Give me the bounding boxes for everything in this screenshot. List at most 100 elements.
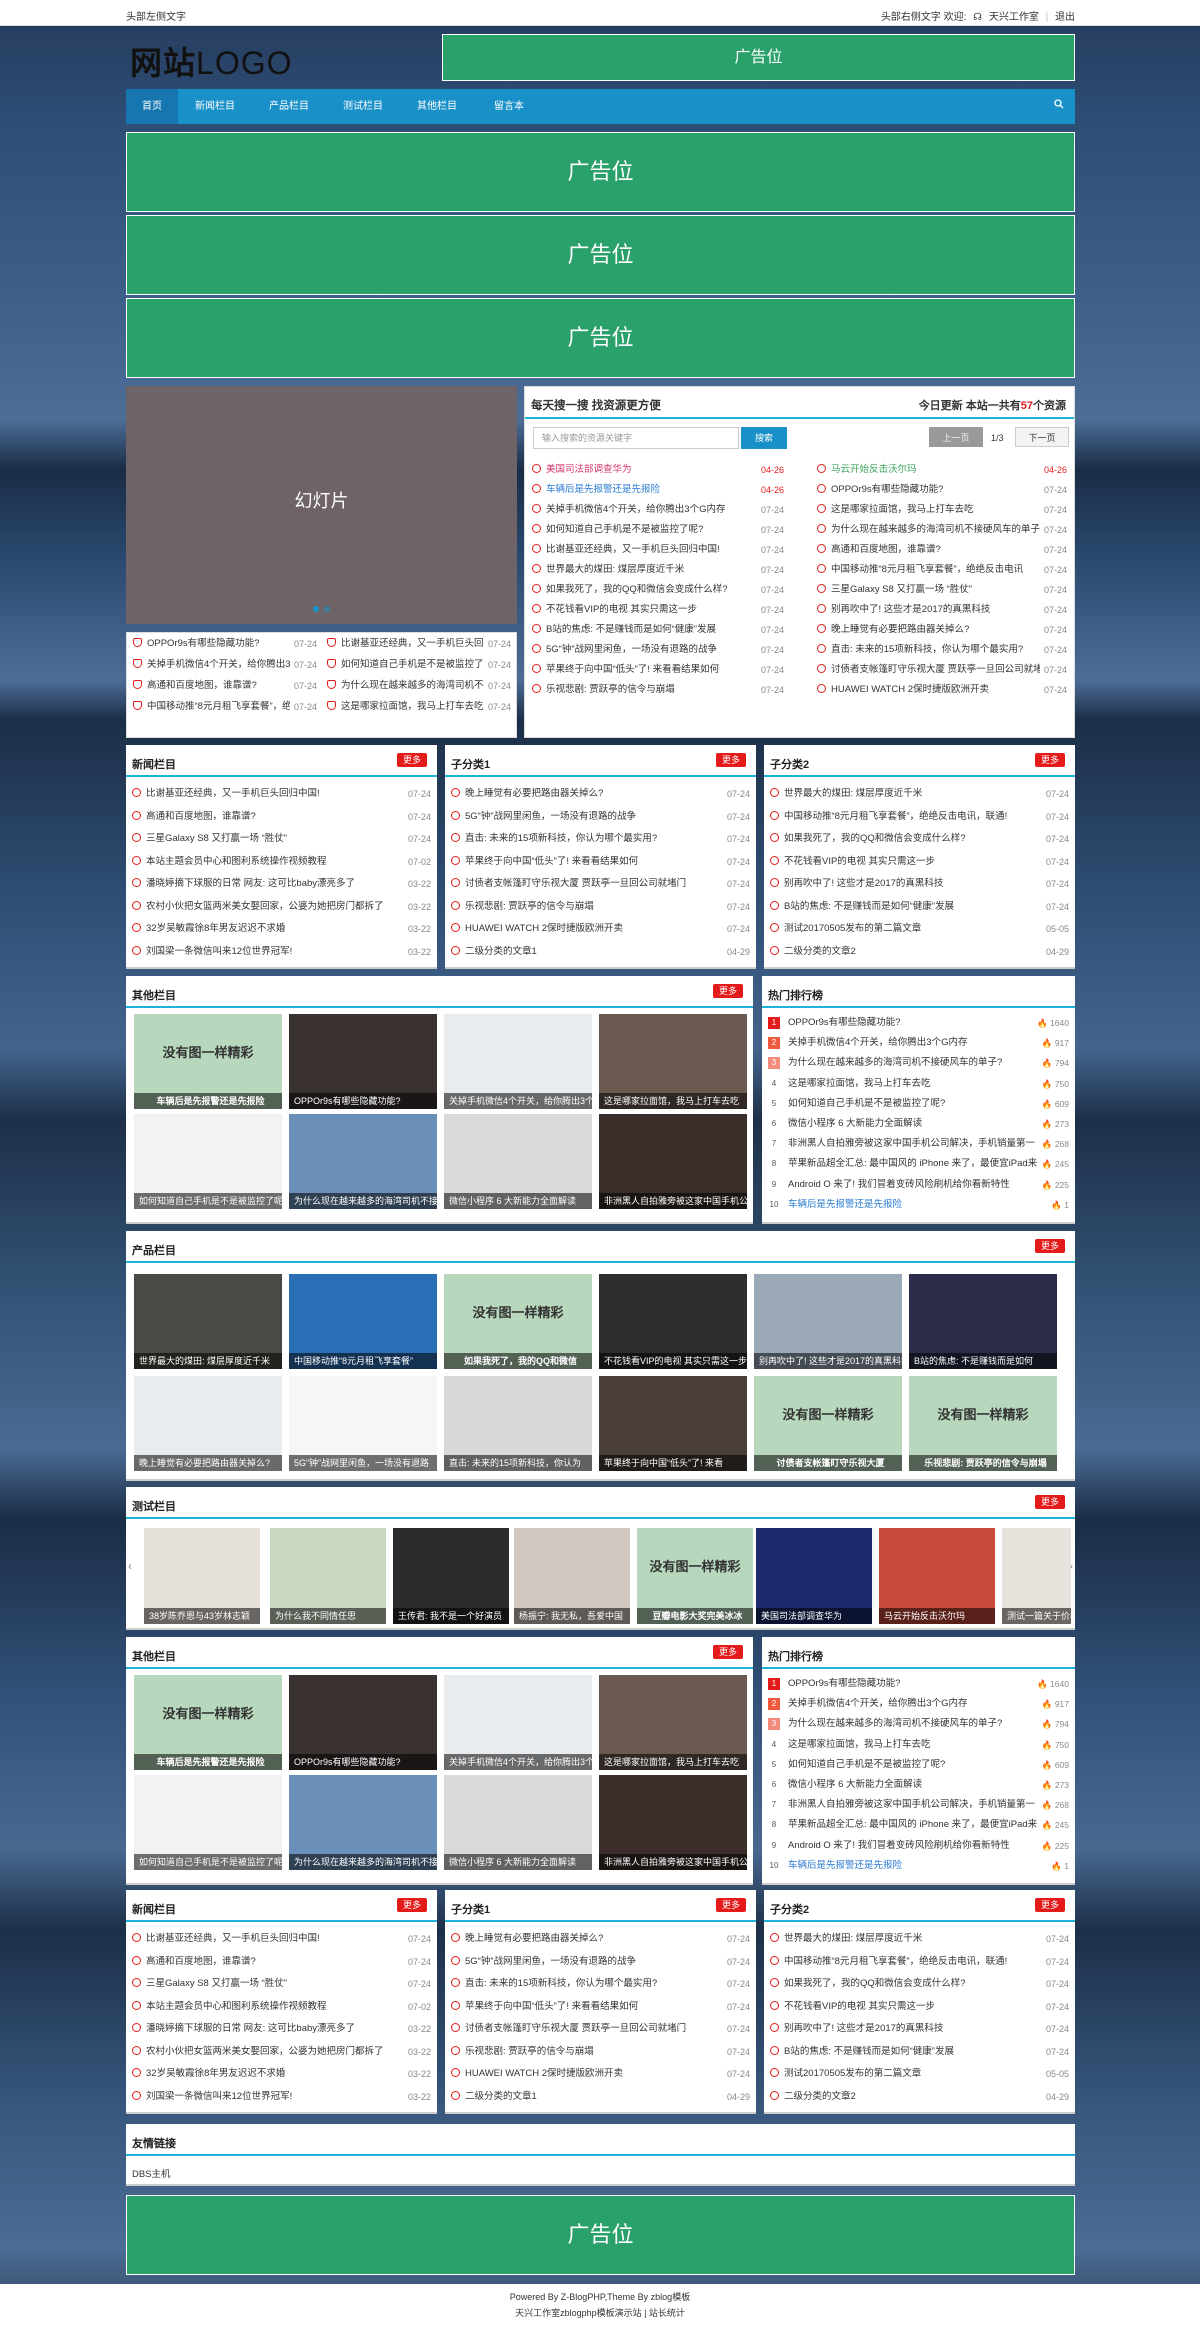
news-item[interactable]: 二级分类的文章2 04-29 xyxy=(770,940,1069,963)
hot-item[interactable]: 6 微信小程序 6 大新能力全面解读 🔥 273 xyxy=(768,1776,1069,1794)
news-item[interactable]: 直击: 未来的15项新科技，你认为哪个最实用? 07-24 xyxy=(451,1973,750,1995)
header-ad[interactable]: 广告位 xyxy=(442,34,1075,81)
friend-link[interactable]: DBS主机 xyxy=(132,2166,171,2180)
resource-item[interactable]: B站的焦虑: 不是赚钱而是如何“健康”发展 07-24 xyxy=(532,619,784,641)
news-item[interactable]: 测试20170505发布的第二篇文章 05-05 xyxy=(770,918,1069,940)
hot-item[interactable]: 10 车辆后是先报警还是先报险 🔥 1 xyxy=(768,1195,1069,1214)
resource-item[interactable]: 世界最大的煤田: 煤层厚度近千米 07-24 xyxy=(532,559,784,581)
slider-dot-2[interactable] xyxy=(324,606,330,612)
news-item[interactable]: 讨债者支帐篷盯守乐视大厦 贾跃亭一旦回公司就堵门 07-24 xyxy=(451,873,750,895)
resource-item[interactable]: 如何知道自己手机是不是被监控了呢? 07-24 xyxy=(532,519,784,541)
sub2-more-button[interactable]: 更多 xyxy=(1035,1898,1065,1912)
article-thumb[interactable]: 这是哪家拉面馆，我马上打车去吃 xyxy=(599,1014,747,1109)
resource-item[interactable]: 马云开始反击沃尔玛 04-26 xyxy=(817,459,1067,481)
article-thumb[interactable]: 微信小程序 6 大新能力全面解读 xyxy=(444,1114,592,1209)
other-more-button[interactable]: 更多 xyxy=(713,984,743,998)
news-item[interactable]: 农村小伙把女篮两米美女娶回家，公婆为她把房门都拆了 03-22 xyxy=(132,895,431,918)
article-thumb[interactable]: OPPOr9s有哪些隐藏功能? xyxy=(289,1014,437,1109)
slider[interactable]: 幻灯片 xyxy=(126,386,517,624)
article-thumb[interactable]: 微信小程序 6 大新能力全面解读 xyxy=(444,1775,592,1870)
news-item[interactable]: 5G“钟”战网里闲鱼，一场没有退路的战争 07-24 xyxy=(451,805,750,828)
news-item[interactable]: 不花钱看VIP的电视 其实只需这一步 07-24 xyxy=(770,850,1069,873)
hot-item[interactable]: 10 车辆后是先报警还是先报险 🔥 1 xyxy=(768,1856,1069,1875)
resource-item[interactable]: 讨债者支帐篷盯守乐视大厦 贾跃亭一旦回公司就堵门 07-24 xyxy=(817,659,1067,681)
news-item[interactable]: 二级分类的文章1 04-29 xyxy=(451,2085,750,2108)
hot-item[interactable]: 9 Android O 来了! 我们冒着变砖风险刷机给你看新特性 🔥 225 xyxy=(768,1175,1069,1194)
nav-product[interactable]: 产品栏目 xyxy=(252,89,326,124)
news-item[interactable]: 32岁吴敏霞徐8年男友迟迟不求婚 03-22 xyxy=(132,918,431,940)
news-more-button[interactable]: 更多 xyxy=(397,753,427,767)
hot-item[interactable]: 2 关掉手机微信4个开关，给你腾出3个G内存 🔥 917 xyxy=(768,1695,1069,1714)
product-thumb[interactable]: 中国移动推“8元月租飞享套餐” xyxy=(289,1274,437,1369)
list-item[interactable]: 关掉手机微信4个开关，给你腾出3个G内存 07-24 xyxy=(133,654,317,676)
article-thumb[interactable]: 为什么现在越来越多的海湾司机不接硬风车的单子? xyxy=(289,1775,437,1870)
resource-item[interactable]: 不花钱看VIP的电视 其实只需这一步 07-24 xyxy=(532,599,784,621)
news-item[interactable]: 32岁吴敏霞徐8年男友迟迟不求婚 03-22 xyxy=(132,2063,431,2085)
news-item[interactable]: 中国移动推“8元月租飞享套餐”，绝绝反击电讯，联通! 07-24 xyxy=(770,805,1069,828)
test-thumb[interactable]: 美国司法部调查华为 xyxy=(756,1528,872,1624)
hot-item[interactable]: 2 关掉手机微信4个开关，给你腾出3个G内存 🔥 917 xyxy=(768,1034,1069,1053)
test-thumb[interactable]: 38岁陈乔恩与43岁林志颖 xyxy=(144,1528,260,1624)
resource-item[interactable]: 乐视悲剧: 贾跃亭的信令与崩塌 07-24 xyxy=(532,679,784,701)
list-item[interactable]: 这是哪家拉面馆，我马上打车去吃 07-24 xyxy=(327,696,511,718)
article-thumb[interactable]: 这是哪家拉面馆，我马上打车去吃 xyxy=(599,1675,747,1770)
hot-item[interactable]: 8 苹果新品超全汇总: 最中国风的 iPhone 来了，最便宜iPad来了! 🔥 2… xyxy=(768,1816,1069,1835)
news-item[interactable]: 本站主题会员中心和图利系统操作视频教程 07-02 xyxy=(132,850,431,873)
site-logo[interactable]: 网站LOGO xyxy=(130,38,292,84)
test-thumb[interactable]: 为什么我不同情任思 xyxy=(270,1528,386,1624)
resource-item[interactable]: HUAWEI WATCH 2保时捷版欧洲开卖 07-24 xyxy=(817,679,1067,701)
news-item[interactable]: 比谢基亚还经典，又一手机巨头回归中国! 07-24 xyxy=(132,783,431,805)
hot-item[interactable]: 7 非洲黑人自拍雅旁被这家中国手机公司解决，手机销量第一 🔥 268 xyxy=(768,1135,1069,1154)
news-item[interactable]: 三星Galaxy S8 又打赢一场 “胜仗” 07-24 xyxy=(132,828,431,850)
other-more-button[interactable]: 更多 xyxy=(713,1645,743,1659)
product-thumb[interactable]: 晚上睡觉有必要把路由器关掉么? xyxy=(134,1376,282,1471)
news-item[interactable]: 二级分类的文章1 04-29 xyxy=(451,940,750,963)
article-thumb[interactable]: 为什么现在越来越多的海湾司机不接硬风车的单子? xyxy=(289,1114,437,1209)
news-item[interactable]: 潘晓婷摘下球服的日常 网友: 这可比baby漂亮多了 03-22 xyxy=(132,2018,431,2040)
news-item[interactable]: HUAWEI WATCH 2保时捷版欧洲开卖 07-24 xyxy=(451,918,750,940)
list-item[interactable]: 为什么现在越来越多的海湾司机不接硬风车的单子?07-24 xyxy=(327,675,511,697)
resource-item[interactable]: 中国移动推“8元月租飞享套餐”，绝绝反击电讯 07-24 xyxy=(817,559,1067,581)
product-thumb[interactable]: 5G“钟”战网里闲鱼，一场没有退路 xyxy=(289,1376,437,1471)
list-item[interactable]: 比谢基亚还经典，又一手机巨头回归中国! 07-24 xyxy=(327,633,511,655)
resource-item[interactable]: 别再吹中了! 这些才是2017的真黑科技 07-24 xyxy=(817,599,1067,621)
hot-item[interactable]: 1 OPPOr9s有哪些隐藏功能? 🔥 1640 xyxy=(768,1675,1069,1693)
news-item[interactable]: B站的焦虑: 不是赚钱而是如何“健康”发展 07-24 xyxy=(770,895,1069,918)
news-item[interactable]: 直击: 未来的15项新科技，你认为哪个最实用? 07-24 xyxy=(451,828,750,850)
nav-guestbook[interactable]: 留言本 xyxy=(474,89,544,124)
article-thumb[interactable]: 关掉手机微信4个开关，给你腾出3个G内存 xyxy=(444,1014,592,1109)
news-item[interactable]: 刘国梁一条微信叫来12位世界冠军! 03-22 xyxy=(132,940,431,963)
resource-item[interactable]: OPPOr9s有哪些隐藏功能? 07-24 xyxy=(817,479,1067,501)
product-more-button[interactable]: 更多 xyxy=(1035,1239,1065,1253)
hot-item[interactable]: 7 非洲黑人自拍雅旁被这家中国手机公司解决，手机销量第一 🔥 268 xyxy=(768,1796,1069,1815)
news-item[interactable]: 二级分类的文章2 04-29 xyxy=(770,2085,1069,2108)
news-item[interactable]: 本站主题会员中心和图利系统操作视频教程 07-02 xyxy=(132,1995,431,2018)
list-item[interactable]: OPPOr9s有哪些隐藏功能? 07-24 xyxy=(133,633,317,655)
search-input[interactable]: 输入搜索的资源关键字 xyxy=(533,427,739,449)
test-more-button[interactable]: 更多 xyxy=(1035,1495,1065,1509)
news-item[interactable]: 5G“钟”战网里闲鱼，一场没有退路的战争 07-24 xyxy=(451,1950,750,1973)
article-thumb[interactable]: 关掉手机微信4个开关，给你腾出3个G内存 xyxy=(444,1675,592,1770)
resource-item[interactable]: 比谢基亚还经典，又一手机巨头回归中国! 07-24 xyxy=(532,539,784,561)
hot-item[interactable]: 9 Android O 来了! 我们冒着变砖风险刷机给你看新特性 🔥 225 xyxy=(768,1836,1069,1855)
hot-item[interactable]: 4 这是哪家拉面馆，我马上打车去吃 🔥 750 xyxy=(768,1735,1069,1754)
logout-link[interactable]: 退出 xyxy=(1055,12,1075,23)
news-item[interactable]: 如果我死了，我的QQ和微信会变成什么样? 07-24 xyxy=(770,1973,1069,1995)
nav-news[interactable]: 新闻栏目 xyxy=(178,89,252,124)
news-item[interactable]: 测试20170505发布的第二篇文章 05-05 xyxy=(770,2063,1069,2085)
test-thumb[interactable]: 杨振宁: 我无私，吾爱中国 xyxy=(514,1528,630,1624)
news-item[interactable]: 不花钱看VIP的电视 其实只需这一步 07-24 xyxy=(770,1995,1069,2018)
hot-item[interactable]: 1 OPPOr9s有哪些隐藏功能? 🔥 1640 xyxy=(768,1014,1069,1032)
news-item[interactable]: 世界最大的煤田: 煤层厚度近千米 07-24 xyxy=(770,1928,1069,1950)
scroll-left-icon[interactable]: ‹ xyxy=(128,1559,132,1573)
banner-ad-3[interactable]: 广告位 xyxy=(126,298,1075,378)
article-thumb[interactable]: 没有图一样精彩 车辆后是先报警还是先报险 xyxy=(134,1675,282,1770)
article-thumb[interactable]: 非洲黑人自拍雅旁被这家中国手机公司解决 xyxy=(599,1775,747,1870)
news-item[interactable]: 乐视悲剧: 贾跃亭的信令与崩塌 07-24 xyxy=(451,2040,750,2063)
news-item[interactable]: 晚上睡觉有必要把路由器关掉么? 07-24 xyxy=(451,783,750,805)
product-thumb[interactable]: 苹果终于向中国“低头”了! 来看 xyxy=(599,1376,747,1471)
news-item[interactable]: 苹果终于向中国“低头”了! 来看看结果如何 07-24 xyxy=(451,1995,750,2018)
hot-item[interactable]: 3 为什么现在越来越多的海湾司机不接硬风车的单子? 🔥 794 xyxy=(768,1715,1069,1734)
news-item[interactable]: 如果我死了，我的QQ和微信会变成什么样? 07-24 xyxy=(770,828,1069,850)
sub1-more-button[interactable]: 更多 xyxy=(716,1898,746,1912)
